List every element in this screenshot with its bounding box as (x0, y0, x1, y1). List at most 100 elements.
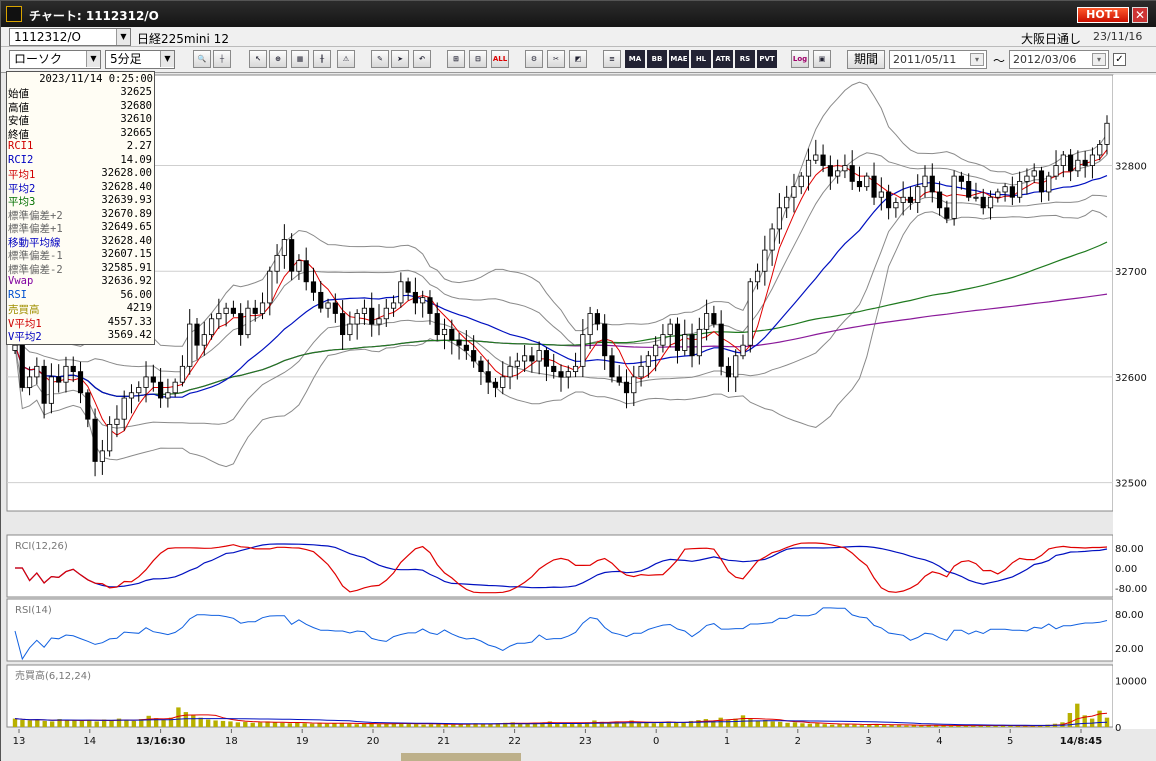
candle-body (252, 307, 258, 314)
volume-bar (421, 724, 426, 727)
candle-body (580, 334, 586, 367)
close-button[interactable]: ✕ (1132, 7, 1148, 23)
candle-body (733, 355, 739, 378)
info-row-label: RCI1 (8, 140, 34, 152)
candle-body (1046, 175, 1052, 193)
candle-body (1104, 122, 1110, 145)
volume-bar (919, 725, 924, 727)
all-icon[interactable]: ALL (491, 50, 509, 68)
chart-type-select[interactable]: ローソク ▼ (9, 50, 101, 69)
log-button[interactable]: Log (791, 50, 809, 68)
info-row: 標準偏差+1 32649.65 (7, 221, 154, 235)
volume-bar (480, 724, 486, 727)
rci-tick-label: -80.00 (1115, 584, 1147, 595)
volume-bar (183, 712, 189, 727)
start-date-value: 2011/05/11 (893, 53, 957, 66)
arrow-icon[interactable]: ➤ (391, 50, 409, 68)
hl-button[interactable]: HL (691, 50, 711, 68)
info-row-value: 32665 (120, 126, 152, 139)
volume-bar (94, 721, 99, 727)
grid-icon[interactable]: ▦ (291, 50, 309, 68)
bar-in-icon[interactable]: ⊞ (447, 50, 465, 68)
crosshair-icon[interactable]: ┼ (213, 50, 231, 68)
chevron-down-icon[interactable]: ▼ (116, 29, 130, 45)
rsi-panel[interactable] (6, 598, 1114, 662)
indicator-icon[interactable]: ≡ (603, 50, 621, 68)
warning-icon[interactable]: ⚠ (337, 50, 355, 68)
color-icon[interactable]: ◩ (569, 50, 587, 68)
time-tick-label: 14/8:45 (1060, 736, 1102, 747)
window-icon[interactable]: ▣ (813, 50, 831, 68)
volume-bar (681, 722, 686, 727)
chart-area[interactable]: 32800327003260032500 RCI(12,26) 80.000.0… (1, 73, 1156, 761)
period-checkbox[interactable]: ✓ (1113, 53, 1126, 66)
candle-body (820, 154, 826, 166)
cursor-icon[interactable]: ↖ (249, 50, 267, 68)
end-date-field[interactable]: 2012/03/06 ▾ (1009, 50, 1109, 69)
hot-button[interactable]: HOT1 (1077, 7, 1129, 23)
candle-body (565, 371, 571, 378)
calendar-icon[interactable]: ▾ (1092, 53, 1106, 66)
candle-body (995, 191, 1001, 198)
zoom-icon[interactable]: 🔍 (193, 50, 211, 68)
magnify-icon[interactable]: ⊕ (269, 50, 287, 68)
bar-out-icon[interactable]: ⊟ (469, 50, 487, 68)
title-bar[interactable]: チャート: 1112312/O HOT1 ✕ (1, 1, 1156, 27)
candle-body (114, 418, 120, 425)
atr-button[interactable]: ATR (713, 50, 733, 68)
volume-bar (406, 723, 411, 727)
info-row-value: 32628.00 (101, 167, 152, 179)
time-tick-label: 4 (936, 736, 942, 747)
bb-button[interactable]: BB (647, 50, 667, 68)
candle-body (303, 260, 309, 283)
candle-icon[interactable]: ╫ (313, 50, 331, 68)
volume-bar (109, 720, 114, 727)
candle-body (987, 196, 994, 209)
interval-select[interactable]: 5分足 ▼ (105, 50, 175, 69)
volume-bar (755, 720, 761, 727)
rs-button[interactable]: RS (735, 50, 755, 68)
ma-button[interactable]: MA (625, 50, 645, 68)
chevron-down-icon[interactable]: ▼ (86, 51, 100, 67)
pencil-icon[interactable]: ✎ (371, 50, 389, 68)
candle-body (369, 307, 375, 325)
volume-bar (213, 720, 218, 727)
candle-body (660, 334, 666, 346)
candle-body (208, 318, 215, 336)
candle-body (536, 350, 542, 362)
candle-body (383, 307, 389, 320)
time-tick-label: 22 (508, 736, 521, 747)
candle-body (230, 307, 236, 314)
chevron-down-icon[interactable]: ▼ (160, 51, 174, 67)
mae-button[interactable]: MAE (669, 50, 689, 68)
candle-body (522, 355, 528, 362)
period-button[interactable]: 期間 (847, 50, 885, 69)
volume-bar (42, 720, 47, 727)
candle-body (798, 175, 804, 188)
volume-bar (376, 724, 382, 727)
volume-bar (413, 724, 419, 727)
volume-bar (131, 720, 137, 727)
tools-icon[interactable]: ✂ (547, 50, 565, 68)
exchange-label: 大阪日通し (1021, 32, 1082, 46)
volume-bar (725, 720, 731, 727)
info-row: Vwap 32636.92 (7, 275, 154, 288)
volume-bar (852, 724, 857, 727)
start-date-field[interactable]: 2011/05/11 ▾ (889, 50, 987, 69)
undo-icon[interactable]: ↶ (413, 50, 431, 68)
pvt-button[interactable]: PVT (757, 50, 777, 68)
info-row: V平均2 3569.42 (7, 329, 154, 343)
time-tick-label: 13/16:30 (136, 736, 185, 747)
candle-body (485, 371, 491, 383)
volume-bar (1023, 726, 1028, 727)
info-row: RSI 56.00 (7, 289, 154, 302)
candle-body (893, 202, 899, 209)
info-row-value: 3569.42 (107, 329, 152, 341)
calendar-icon[interactable]: ▾ (970, 53, 984, 66)
settings-icon[interactable]: ⚙ (525, 50, 543, 68)
info-row: 標準偏差+2 32670.89 (7, 208, 154, 222)
candle-body (121, 397, 127, 420)
time-tick-label: 21 (437, 736, 450, 747)
code-combo[interactable]: 1112312/O ▼ (9, 28, 131, 46)
candle-body (514, 360, 520, 367)
